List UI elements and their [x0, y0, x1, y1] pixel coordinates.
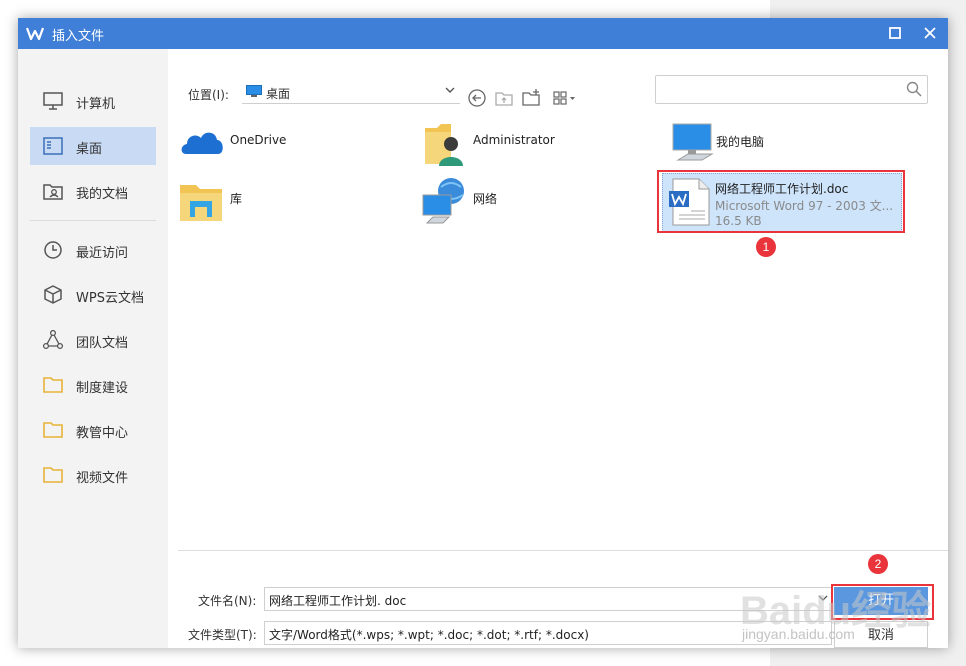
library-icon: [180, 185, 222, 221]
monitor-icon: [43, 92, 63, 110]
search-box[interactable]: [655, 75, 928, 104]
sidebar-item-label: 桌面: [76, 142, 103, 157]
file-name: 网络: [473, 192, 498, 206]
file-name: 我的电脑: [716, 135, 765, 149]
watermark-url: jingyan.baidu.com: [742, 626, 855, 642]
folder-icon: [43, 467, 63, 483]
grid-view-icon: [553, 91, 575, 105]
back-arrow-icon: [468, 89, 486, 107]
file-name: OneDrive: [230, 133, 287, 147]
sidebar-item-label: 我的文档: [76, 187, 129, 202]
annotation-highlight-file: [657, 170, 905, 233]
filename-label: 文件名(N):: [198, 594, 257, 608]
sidebar-item-my-documents[interactable]: 我的文档: [30, 172, 156, 210]
close-button[interactable]: [915, 18, 945, 49]
team-icon: [42, 330, 64, 350]
sidebar-item-label: 计算机: [76, 97, 116, 112]
sidebar-item-label: 最近访问: [76, 246, 129, 261]
close-icon: [924, 27, 936, 39]
bottom-divider: [178, 550, 948, 551]
wps-logo-icon: [26, 27, 44, 41]
sidebar-item-folder-2[interactable]: 教管中心: [30, 411, 156, 449]
back-button[interactable]: [466, 87, 488, 109]
file-item-onedrive[interactable]: OneDrive: [178, 116, 378, 174]
view-mode-button[interactable]: [552, 87, 582, 109]
clock-icon: [44, 241, 62, 259]
sidebar-item-team-docs[interactable]: 团队文档: [30, 321, 156, 359]
maximize-icon: [889, 27, 901, 39]
sidebar-item-label: WPS云文档: [76, 291, 144, 306]
up-folder-button[interactable]: [493, 87, 515, 109]
annotation-step-2-badge: 2: [868, 554, 888, 574]
filename-value: 网络工程师工作计划. doc: [269, 594, 407, 608]
search-icon: [906, 81, 922, 97]
file-item-my-computer[interactable]: 我的电脑: [664, 116, 864, 174]
sidebar-item-label: 教管中心: [76, 426, 129, 441]
filetype-value: 文字/Word格式(*.wps; *.wpt; *.doc; *.dot; *.…: [269, 628, 589, 642]
location-label: 位置(I):: [188, 88, 229, 102]
sidebar-divider: [30, 220, 156, 221]
user-folder-icon: [425, 124, 463, 166]
network-icon: [422, 178, 464, 224]
sidebar: 计算机 桌面 我的文档 最近访问 WPS云文档 团队文档 制度建设 教管中心 视…: [18, 49, 168, 648]
sidebar-item-folder-3[interactable]: 视频文件: [30, 456, 156, 494]
sidebar-item-wps-cloud[interactable]: WPS云文档: [30, 276, 156, 314]
sidebar-item-label: 团队文档: [76, 336, 129, 351]
maximize-button[interactable]: [880, 18, 910, 49]
annotation-step-1-badge: 1: [756, 237, 776, 257]
file-name: Administrator: [473, 133, 555, 147]
sidebar-item-folder-1[interactable]: 制度建设: [30, 366, 156, 404]
up-folder-icon: [495, 92, 513, 106]
new-folder-icon: [522, 89, 540, 106]
desktop-icon: [246, 85, 262, 97]
cube-icon: [44, 285, 62, 304]
sidebar-item-label: 制度建设: [76, 381, 129, 396]
file-name: 库: [230, 192, 243, 206]
file-item-network[interactable]: 网络: [421, 173, 621, 231]
documents-icon: [43, 184, 63, 200]
chevron-down-icon: [445, 87, 455, 93]
folder-icon: [43, 377, 63, 393]
new-folder-button[interactable]: [520, 87, 542, 109]
file-item-administrator[interactable]: Administrator: [421, 116, 621, 174]
sidebar-item-label: 视频文件: [76, 471, 129, 486]
onedrive-icon: [181, 132, 223, 154]
dialog-title: 插入文件: [52, 29, 105, 44]
folder-icon: [43, 422, 63, 438]
file-item-library[interactable]: 库: [178, 173, 378, 231]
sidebar-item-desktop[interactable]: 桌面: [30, 127, 156, 165]
insert-file-dialog: 插入文件 计算机 桌面 我的文档 最近访问 WPS云文档 团队文档 制度建设 教…: [18, 18, 948, 648]
location-dropdown[interactable]: 桌面: [242, 79, 460, 104]
title-bar: 插入文件: [18, 18, 948, 49]
sidebar-item-computer[interactable]: 计算机: [30, 82, 156, 120]
location-value: 桌面: [266, 87, 291, 101]
desktop-icon: [43, 137, 63, 155]
filetype-label: 文件类型(T):: [188, 628, 257, 642]
computer-icon: [672, 123, 714, 161]
sidebar-item-recent[interactable]: 最近访问: [30, 231, 156, 269]
main-pane: 位置(I): 桌面 OneDrive Administrator 我的电脑 库 …: [168, 49, 948, 648]
